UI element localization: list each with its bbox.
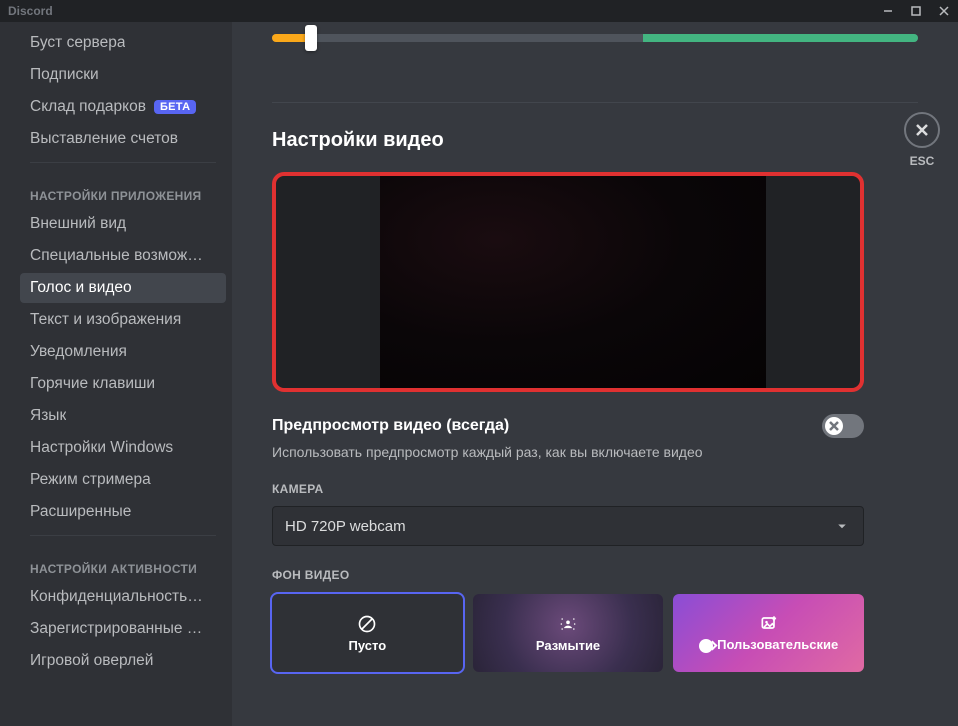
sidebar-item-label: Расширенные [30,503,131,521]
sidebar-item-label: Зарегистрированные … [30,620,202,638]
sidebar-header-activity-settings: НАСТРОЙКИ АКТИВНОСТИ [20,544,226,582]
sidebar-item-accessibility[interactable]: Специальные возмож… [20,241,226,271]
sidebar-item-game-overlay[interactable]: Игровой оверлей [20,646,226,676]
sidebar-item-label: Режим стримера [30,471,151,489]
close-window-button[interactable] [930,0,958,22]
sidebar-divider [30,162,216,163]
sidebar-divider [30,535,216,536]
blur-icon [558,614,578,634]
chevron-down-icon [833,517,851,535]
slider-thumb[interactable] [305,25,317,51]
background-option-none[interactable]: Пусто [272,594,463,672]
camera-select-value: HD 720P webcam [285,518,406,535]
sidebar-item-gift-inventory[interactable]: Склад подарков БЕТА [20,92,226,122]
preview-toggle-desc: Использовать предпросмотр каждый раз, ка… [272,444,864,460]
slider-fill-high [643,34,918,42]
video-settings-title: Настройки видео [272,129,918,152]
close-settings-button[interactable] [904,112,940,148]
settings-sidebar: Буст сервера Подписки Склад подарков БЕТ… [0,22,232,726]
background-option-label: Пользовательские [699,637,838,653]
sidebar-item-label: Уведомления [30,343,127,361]
sidebar-item-label: Специальные возмож… [30,247,203,265]
video-preview-feed [380,176,766,388]
none-icon [357,614,377,634]
titlebar: Discord [0,0,958,22]
sidebar-item-billing[interactable]: Выставление счетов [20,124,226,154]
beta-badge: БЕТА [154,100,196,114]
sidebar-item-subscriptions[interactable]: Подписки [20,60,226,90]
sidebar-item-activity-privacy[interactable]: Конфиденциальность… [20,582,226,612]
window-controls [874,0,958,22]
sidebar-item-registered-games[interactable]: Зарегистрированные … [20,614,226,644]
background-option-blur[interactable]: Размытие [473,594,664,672]
sidebar-item-label: Конфиденциальность… [30,588,203,606]
add-image-icon [759,613,779,633]
background-option-label: Пусто [349,638,387,653]
sidebar-item-label: Настройки Windows [30,439,173,457]
sidebar-item-label: Голос и видео [30,279,132,297]
toggle-off-icon [828,420,840,432]
sidebar-item-appearance[interactable]: Внешний вид [20,209,226,239]
background-option-label: Размытие [536,638,600,653]
toggle-thumb [825,417,843,435]
esc-label: ESC [910,154,935,168]
sidebar-item-advanced[interactable]: Расширенные [20,497,226,527]
sidebar-item-label: Внешний вид [30,215,126,233]
sidebar-item-label: Горячие клавиши [30,375,155,393]
minimize-button[interactable] [874,0,902,22]
close-esc-group: ESC [904,112,940,168]
sidebar-item-windows-settings[interactable]: Настройки Windows [20,433,226,463]
maximize-button[interactable] [902,0,930,22]
camera-field-label: КАМЕРА [272,482,918,496]
sidebar-item-server-boost[interactable]: Буст сервера [20,28,226,58]
sidebar-item-notifications[interactable]: Уведомления [20,337,226,367]
settings-content: ESC Настройки видео Предпросмотр видео (… [232,22,958,726]
sidebar-item-voice-video[interactable]: Голос и видео [20,273,226,303]
window-title: Discord [8,4,53,18]
video-preview-frame [272,172,864,392]
sidebar-item-text-images[interactable]: Текст и изображения [20,305,226,335]
sidebar-header-app-settings: НАСТРОЙКИ ПРИЛОЖЕНИЯ [20,171,226,209]
close-icon [914,122,930,138]
input-sensitivity-slider[interactable] [272,22,918,62]
sidebar-item-label: Подписки [30,66,99,84]
background-option-custom[interactable]: Пользовательские [673,594,864,672]
sidebar-item-label: Буст сервера [30,34,125,52]
camera-select[interactable]: HD 720P webcam [272,506,864,546]
sidebar-item-streamer-mode[interactable]: Режим стримера [20,465,226,495]
sidebar-item-language[interactable]: Язык [20,401,226,431]
sidebar-item-label: Выставление счетов [30,130,178,148]
content-divider [272,102,918,103]
sidebar-item-label: Текст и изображения [30,311,181,329]
sidebar-item-label: Склад подарков [30,98,146,116]
preview-always-toggle[interactable] [822,414,864,438]
sidebar-item-label: Игровой оверлей [30,652,153,670]
background-options: Пусто Размытие Пользов [272,594,864,672]
nitro-icon [699,639,713,653]
sidebar-item-label: Язык [30,407,66,425]
background-field-label: ФОН ВИДЕО [272,568,918,582]
preview-toggle-title: Предпросмотр видео (всегда) [272,417,509,435]
sidebar-item-keybinds[interactable]: Горячие клавиши [20,369,226,399]
